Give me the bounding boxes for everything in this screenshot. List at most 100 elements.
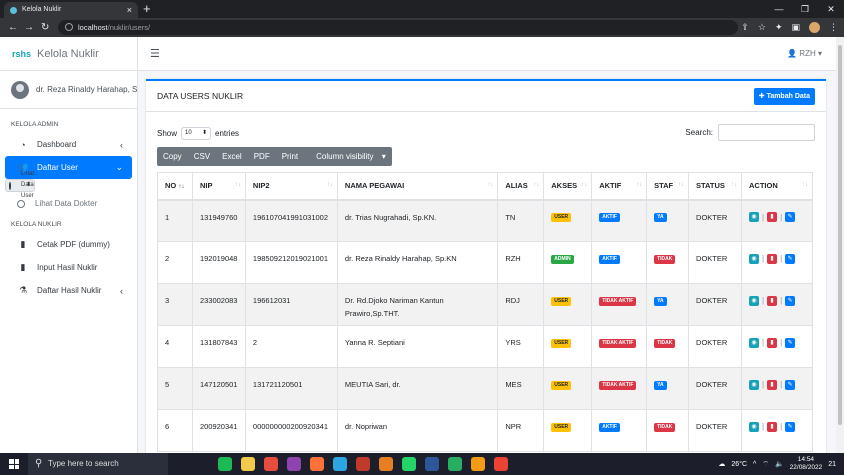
col-aktif[interactable]: AKTIF ↑↓ [591, 172, 648, 201]
col-no[interactable]: NO ↑↓ [157, 172, 193, 201]
sidebar-item-daftar-hasil[interactable]: ⚗ Daftar Hasil Nuklir ‹ [5, 279, 132, 302]
tab-close-button[interactable]: × [127, 2, 132, 18]
file-explorer-icon[interactable] [241, 457, 255, 471]
cell-action: ◉ | ▮ | ✎ [740, 367, 814, 410]
star-icon[interactable]: ☆ [758, 18, 766, 37]
app-orange-icon[interactable] [356, 457, 370, 471]
view-icon[interactable]: ◉ [748, 337, 759, 348]
new-tab-button[interactable]: + [143, 1, 151, 17]
windows-start-icon[interactable] [9, 459, 19, 469]
csv-button[interactable]: CSV [188, 147, 216, 166]
col-nama[interactable]: NAMA PEGAWAI ↑↓ [336, 172, 499, 201]
copy-button[interactable]: Copy [157, 147, 188, 166]
edit-icon[interactable]: ✎ [785, 337, 796, 348]
entries-select[interactable]: 10 [181, 127, 212, 140]
forward-arrow-icon[interactable]: → [24, 18, 34, 37]
sidebar: rshs Kelola Nuklir dr. Reza Rinaldy Hara… [0, 37, 138, 453]
share-icon[interactable]: ⇪ [741, 18, 749, 37]
menu-dots-icon[interactable]: ⋮ [829, 18, 838, 37]
search-input[interactable] [718, 124, 815, 141]
print-button[interactable]: Print [276, 147, 304, 166]
taskbar-search-input[interactable]: Type here to search [28, 453, 168, 475]
app-red-icon[interactable] [264, 457, 278, 471]
brand[interactable]: rshs Kelola Nuklir [0, 37, 137, 71]
col-action[interactable]: ACTION ↑↓ [740, 172, 814, 201]
edit-icon[interactable]: ✎ [785, 421, 796, 432]
weather-icon[interactable]: ☁ [718, 460, 725, 468]
col-staf[interactable]: STAF ↑↓ [646, 172, 690, 201]
view-icon[interactable]: ◉ [748, 379, 759, 390]
cell-no-text: 5 [165, 380, 170, 389]
sidebar-item-cetak-pdf[interactable]: ▮ Cetak PDF (dummy) [5, 233, 132, 256]
view-icon[interactable]: ◉ [748, 295, 759, 306]
add-data-button[interactable]: ✚ Tambah Data [753, 88, 815, 105]
chrome-icon[interactable] [494, 457, 508, 471]
back-arrow-icon[interactable]: ← [8, 18, 18, 37]
browser-tab[interactable]: Kelola Nuklir × [4, 2, 138, 18]
tray-arrow-icon[interactable]: ^ [753, 461, 756, 468]
pdf-button[interactable]: PDF [248, 147, 276, 166]
app-yellow-icon[interactable] [471, 457, 485, 471]
profile-avatar[interactable] [809, 22, 820, 33]
col-status[interactable]: STATUS ↑↓ [688, 172, 742, 201]
cell-no-text: 1 [165, 212, 170, 222]
scrollbar-thumb[interactable] [838, 45, 842, 425]
hamburger-icon[interactable]: ☰ [150, 47, 160, 60]
cell-staf: YA [646, 367, 690, 410]
user-panel[interactable]: dr. Reza Rinaldy Harahap, Sp.KN [0, 71, 137, 109]
site-info-icon[interactable] [65, 23, 73, 31]
sidebar-item-label: Lihat Data Dokter [35, 199, 98, 208]
telegram-icon[interactable] [333, 457, 347, 471]
sidebar-item-dashboard[interactable]: ◔ Dashboard ‹ [5, 133, 132, 156]
page-scrollbar[interactable] [836, 37, 844, 453]
user-dropdown[interactable]: 👤 RZH ▾ [787, 49, 822, 58]
col-nip[interactable]: NIP ↑↓ [191, 172, 246, 201]
view-icon[interactable]: ◉ [748, 421, 759, 432]
delete-icon[interactable]: ▮ [767, 337, 778, 348]
network-icon[interactable]: ⌔ [762, 460, 769, 469]
view-icon[interactable]: ◉ [748, 212, 759, 222]
address-bar[interactable]: localhost/nuklir/users/ [58, 20, 738, 35]
delete-icon[interactable]: ▮ [767, 212, 778, 222]
sidepanel-icon[interactable]: ▣ [791, 18, 800, 37]
toolbar-icons: ⇪ ☆ ✦ ▣ ⋮ [741, 18, 838, 37]
edit-icon[interactable]: ✎ [785, 212, 796, 222]
close-window-button[interactable]: ✕ [818, 0, 844, 18]
edit-icon[interactable]: ✎ [785, 295, 796, 306]
sidebar-item-input-hasil[interactable]: ▮ Input Hasil Nuklir [5, 256, 132, 279]
cell-no: 5 [157, 367, 193, 410]
reload-icon[interactable]: ↻ [41, 18, 49, 37]
clock[interactable]: 14:54 22/08/2022 [790, 456, 823, 472]
word-icon[interactable] [425, 457, 439, 471]
cell-action: ◉ | ▮ | ✎ [740, 241, 814, 284]
col-alias[interactable]: ALIAS ↑↓ [497, 172, 545, 201]
maximize-button[interactable]: ❐ [792, 0, 818, 18]
whatsapp-icon[interactable] [402, 457, 416, 471]
col-akses[interactable]: AKSES ↑↓ [543, 172, 593, 201]
sidebar-item-lihat-data-user[interactable]: Lihat Data User [5, 171, 35, 199]
delete-icon[interactable]: ▮ [767, 295, 778, 306]
extensions-icon[interactable]: ✦ [775, 18, 783, 37]
delete-icon[interactable]: ▮ [767, 253, 778, 264]
col-nip2[interactable]: NIP2 ↑↓ [244, 172, 338, 201]
notification-badge[interactable]: 21 [828, 461, 836, 468]
cell-no: 3 [157, 283, 193, 326]
edit-icon[interactable]: ✎ [785, 379, 796, 390]
volume-icon[interactable]: 🔈 [775, 460, 784, 468]
cell-staf-badge: TIDAK [654, 254, 676, 264]
app-green-icon[interactable] [448, 457, 462, 471]
separator: | [761, 254, 765, 263]
firefox-icon[interactable] [310, 457, 324, 471]
excel-button[interactable]: Excel [216, 147, 248, 166]
sidebar-item-lihat-data-dokter[interactable]: Lihat Data Dokter [5, 192, 132, 215]
delete-icon[interactable]: ▮ [767, 421, 778, 432]
app-circle-icon[interactable] [379, 457, 393, 471]
minimize-button[interactable]: — [766, 0, 792, 18]
app-purple-icon[interactable] [287, 457, 301, 471]
spotify-icon[interactable] [218, 457, 232, 471]
view-icon[interactable]: ◉ [748, 253, 759, 264]
column-visibility-button[interactable]: Column visibility ▾ [304, 147, 392, 166]
edit-icon[interactable]: ✎ [785, 253, 796, 264]
delete-icon[interactable]: ▮ [767, 379, 778, 390]
weather-temp: 26°C [731, 460, 748, 468]
